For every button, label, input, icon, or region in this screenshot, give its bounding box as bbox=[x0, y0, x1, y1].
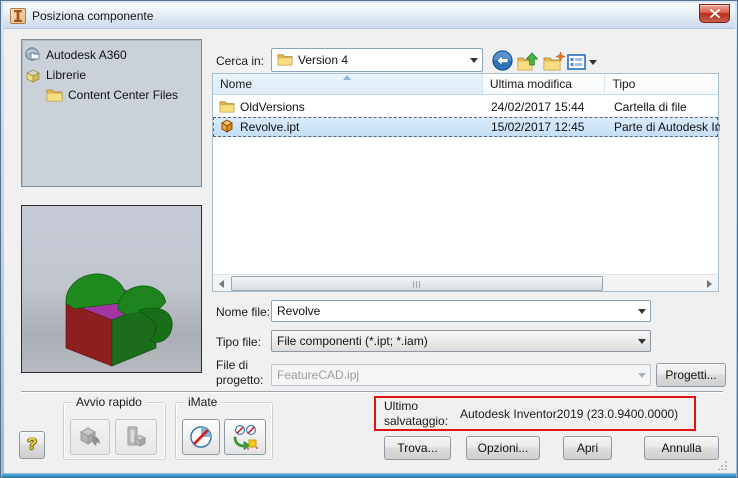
project-file-value: FeatureCAD.ipj bbox=[277, 368, 360, 382]
last-saved-value: Autodesk Inventor2019 (23.0.9400.0000) bbox=[460, 406, 679, 421]
project-file-label: File di progetto: bbox=[216, 358, 264, 387]
file-name-value: Revolve bbox=[277, 304, 321, 318]
file-type-value: File componenti (*.ipt; *.iam) bbox=[277, 334, 428, 348]
file-type: Cartella di file bbox=[614, 100, 687, 114]
look-in-label: Cerca in: bbox=[216, 54, 265, 68]
place-component-dialog: Posiziona componente Autodesk A360 Libre… bbox=[0, 0, 738, 478]
folder-icon bbox=[46, 87, 64, 103]
file-row-oldversions[interactable]: OldVersions 24/02/2017 15:44 Cartella di… bbox=[213, 97, 718, 117]
chevron-down-icon[interactable] bbox=[465, 49, 482, 71]
file-name: OldVersions bbox=[240, 100, 305, 114]
scrollbar-grip bbox=[413, 281, 421, 288]
imate-label: iMate bbox=[184, 395, 222, 409]
tree-item-label: Autodesk A360 bbox=[46, 48, 127, 62]
no-imate-button[interactable] bbox=[182, 419, 220, 455]
close-button[interactable] bbox=[699, 4, 730, 23]
file-row-revolve-selected[interactable]: Revolve.ipt 15/02/2017 12:45 Parte di Au… bbox=[213, 117, 720, 137]
chevron-down-icon bbox=[589, 59, 597, 65]
tree-item-autodesk-a360[interactable]: Autodesk A360 bbox=[24, 45, 199, 65]
resize-grip[interactable] bbox=[718, 457, 728, 471]
a360-icon bbox=[24, 47, 42, 63]
file-type-combobox[interactable]: File componenti (*.ipt; *.iam) bbox=[271, 330, 651, 352]
tree-item-content-center-files[interactable]: Content Center Files bbox=[24, 85, 199, 105]
up-one-level-icon[interactable] bbox=[516, 49, 540, 73]
scroll-left-icon[interactable] bbox=[213, 275, 230, 292]
sort-ascending-icon bbox=[343, 75, 352, 80]
open-button[interactable]: Apri bbox=[563, 436, 612, 460]
part-preview-image bbox=[65, 273, 173, 367]
project-file-combobox-disabled: FeatureCAD.ipj bbox=[271, 364, 651, 386]
last-saved-label: Ultimo salvataggio: bbox=[384, 398, 449, 428]
part-preview bbox=[21, 205, 202, 373]
file-modified: 24/02/2017 15:44 bbox=[491, 100, 585, 114]
libraries-icon bbox=[24, 67, 42, 83]
titlebar[interactable]: Posiziona componente bbox=[3, 3, 735, 29]
quick-launch-open-express-button bbox=[70, 419, 110, 455]
chevron-down-icon[interactable] bbox=[633, 301, 650, 321]
chevron-down-icon[interactable] bbox=[633, 331, 650, 351]
last-saved-annotation: Ultimo salvataggio: Autodesk Inventor201… bbox=[374, 396, 696, 431]
locations-tree: Autodesk A360 Librerie Content Center Fi… bbox=[21, 39, 202, 187]
chevron-down-icon bbox=[633, 365, 650, 385]
views-icon[interactable] bbox=[567, 50, 597, 74]
folder-icon bbox=[219, 99, 235, 116]
file-type-label: Tipo file: bbox=[216, 335, 261, 349]
column-header-name[interactable]: Nome bbox=[213, 74, 483, 94]
column-header-modified[interactable]: Ultima modifica bbox=[483, 74, 606, 94]
tree-item-label: Content Center Files bbox=[68, 88, 179, 102]
inventor-app-icon bbox=[10, 7, 26, 24]
tree-item-label: Librerie bbox=[46, 68, 87, 82]
window-title: Posiziona componente bbox=[32, 8, 154, 23]
quick-launch-label: Avvio rapido bbox=[72, 395, 146, 409]
part-icon bbox=[219, 118, 235, 137]
look-in-value: Version 4 bbox=[298, 53, 349, 67]
divider bbox=[21, 391, 723, 393]
new-folder-icon[interactable] bbox=[542, 49, 566, 73]
file-name: Revolve.ipt bbox=[240, 120, 300, 134]
folder-icon bbox=[277, 52, 293, 69]
column-header-type[interactable]: Tipo bbox=[605, 74, 718, 94]
file-list-header: Nome Ultima modifica Tipo bbox=[213, 74, 718, 95]
quick-launch-library-button bbox=[115, 419, 157, 455]
file-list: Nome Ultima modifica Tipo OldVersions 24… bbox=[212, 73, 720, 292]
box-arrow-icon bbox=[79, 427, 100, 446]
scrollbar-thumb[interactable] bbox=[231, 276, 603, 291]
projects-button[interactable]: Progetti... bbox=[656, 363, 726, 387]
no-imate-icon bbox=[190, 426, 212, 448]
tree-item-librerie[interactable]: Librerie bbox=[24, 65, 199, 85]
help-button[interactable]: ? bbox=[19, 431, 45, 459]
help-icon: ? bbox=[27, 436, 37, 453]
door-box-icon bbox=[127, 426, 147, 447]
file-name-label: Nome file: bbox=[216, 305, 271, 319]
find-button[interactable]: Trova... bbox=[384, 436, 451, 460]
imate-interactive-icon bbox=[233, 425, 258, 450]
file-name-combobox[interactable]: Revolve bbox=[271, 300, 651, 322]
options-button[interactable]: Opzioni... bbox=[466, 436, 540, 460]
scroll-right-icon[interactable] bbox=[701, 275, 718, 292]
file-type: Parte di Autodesk In bbox=[614, 120, 720, 134]
back-icon[interactable] bbox=[490, 48, 514, 72]
look-in-combobox[interactable]: Version 4 bbox=[271, 48, 483, 72]
place-with-imate-button[interactable] bbox=[224, 419, 266, 455]
horizontal-scrollbar[interactable] bbox=[213, 274, 718, 291]
dialog-body: Autodesk A360 Librerie Content Center Fi… bbox=[4, 29, 736, 473]
cancel-button[interactable]: Annulla bbox=[644, 436, 719, 460]
file-modified: 15/02/2017 12:45 bbox=[491, 120, 585, 134]
